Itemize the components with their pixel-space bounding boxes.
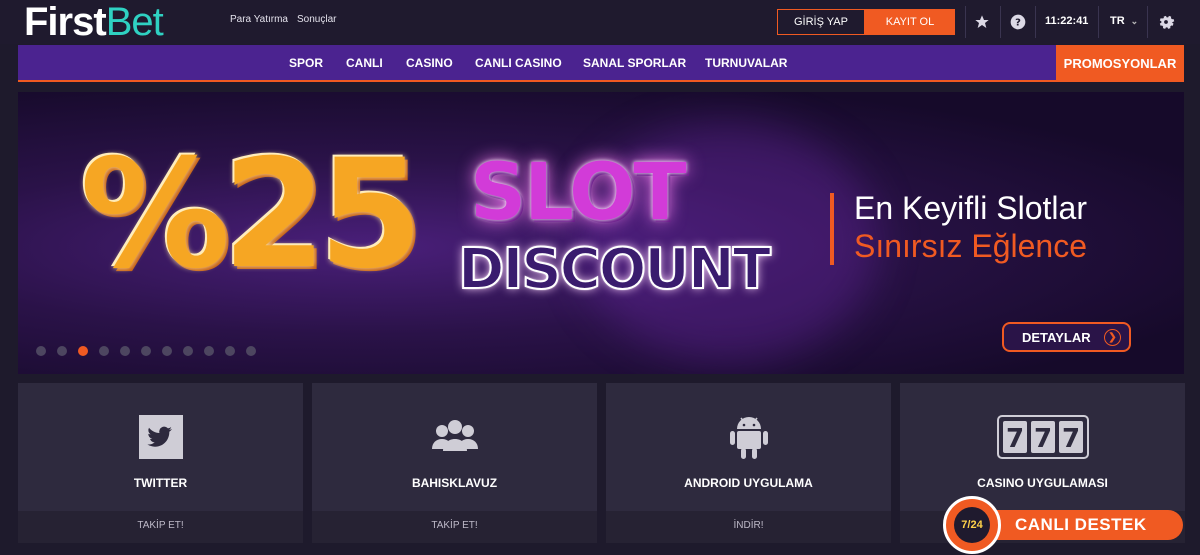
support-hours-badge: 7/24: [954, 507, 990, 543]
nav-item-turnuvalar[interactable]: TURNUVALAR: [705, 56, 787, 70]
card-title: TWITTER: [133, 476, 188, 490]
svg-text:?: ?: [1015, 17, 1021, 28]
divider: [1035, 6, 1036, 38]
banner-tagline-2: Sınırsız Eğlence: [854, 228, 1087, 264]
tagline-bar: [830, 193, 834, 265]
gear-icon[interactable]: [1156, 12, 1176, 32]
divider: [965, 6, 966, 38]
logo-bet: Bet: [105, 0, 164, 44]
results-link[interactable]: Sonuçlar: [297, 14, 336, 25]
carousel-dot[interactable]: [36, 346, 46, 356]
carousel-dot[interactable]: [183, 346, 193, 356]
promotions-button[interactable]: PROMOSYONLAR: [1056, 45, 1184, 82]
svg-text:7: 7: [1061, 424, 1079, 454]
carousel-dot[interactable]: [57, 346, 67, 356]
chevron-down-icon: ⌄: [1130, 16, 1139, 26]
divider: [1098, 6, 1099, 38]
carousel-dot[interactable]: [141, 346, 151, 356]
banner-headline: SLOT: [470, 148, 687, 238]
language-label: TR: [1110, 15, 1125, 27]
card-title: ANDROID UYGULAMA: [684, 476, 813, 490]
nav-item-canli-casino[interactable]: CANLI CASINO: [475, 56, 562, 70]
card-title: CASINO UYGULAMASI: [977, 476, 1108, 490]
group-icon: [431, 415, 478, 455]
deposit-link[interactable]: Para Yatırma: [230, 14, 288, 25]
card-android[interactable]: ANDROID UYGULAMA İNDİR!: [606, 383, 891, 543]
card-bahisklavuz[interactable]: BAHISKLAVUZ TAKİP ET!: [312, 383, 597, 543]
card-action[interactable]: TAKİP ET!: [18, 511, 303, 543]
nav-item-spor[interactable]: SPOR: [289, 56, 323, 70]
nav-item-canli[interactable]: CANLI: [346, 56, 383, 70]
login-button[interactable]: GİRİŞ YAP: [777, 9, 865, 35]
register-button[interactable]: KAYIT OL: [865, 9, 955, 35]
details-label: DETAYLAR: [1022, 329, 1091, 345]
details-button[interactable]: DETAYLAR ❯: [1002, 322, 1131, 352]
banner-percent: %25: [80, 128, 423, 302]
carousel-dots: [36, 346, 256, 356]
svg-text:7: 7: [1033, 424, 1051, 454]
live-support-button[interactable]: 7/24 CANLI DESTEK: [943, 496, 1183, 554]
carousel-dot[interactable]: [204, 346, 214, 356]
nav-item-casino[interactable]: CASINO: [406, 56, 453, 70]
headset-icon: 7/24: [943, 496, 1001, 554]
chevron-right-icon: ❯: [1104, 329, 1121, 346]
carousel-dot[interactable]: [162, 346, 172, 356]
twitter-icon: [138, 415, 183, 459]
nav-item-sanal-sporlar[interactable]: SANAL SPORLAR: [583, 56, 686, 70]
carousel-dot[interactable]: [225, 346, 235, 356]
carousel-dot[interactable]: [246, 346, 256, 356]
clock: 11:22:41: [1045, 15, 1089, 27]
banner-tagline-1: En Keyifli Slotlar: [854, 190, 1087, 226]
carousel-dot[interactable]: [120, 346, 130, 356]
logo[interactable]: FirstBet: [24, 0, 164, 44]
card-twitter[interactable]: TWITTER TAKİP ET!: [18, 383, 303, 543]
card-action[interactable]: TAKİP ET!: [312, 511, 597, 543]
card-title: BAHISKLAVUZ: [411, 476, 498, 490]
help-icon[interactable]: ?: [1008, 12, 1028, 32]
main-nav: SPOR CANLI CASINO CANLI CASINO SANAL SPO…: [18, 45, 1184, 82]
card-action[interactable]: İNDİR!: [606, 511, 891, 543]
top-bar: FirstBet Para Yatırma Sonuçlar GİRİŞ YAP…: [0, 0, 1200, 44]
divider: [1147, 6, 1148, 38]
logo-first: First: [24, 0, 107, 44]
divider: [1000, 6, 1001, 38]
svg-text:7: 7: [1005, 424, 1023, 454]
carousel-dot[interactable]: [78, 346, 88, 356]
slot-777-icon: 777: [996, 415, 1089, 459]
banner-subheadline: DISCOUNT: [457, 237, 772, 302]
android-icon: [729, 415, 769, 461]
language-selector[interactable]: TR ⌄: [1110, 15, 1138, 27]
hero-banner[interactable]: %25 SLOT DISCOUNT En Keyifli Slotlar Sın…: [18, 92, 1184, 374]
star-icon[interactable]: [972, 12, 992, 32]
carousel-dot[interactable]: [99, 346, 109, 356]
live-support-label: CANLI DESTEK: [1015, 515, 1147, 534]
